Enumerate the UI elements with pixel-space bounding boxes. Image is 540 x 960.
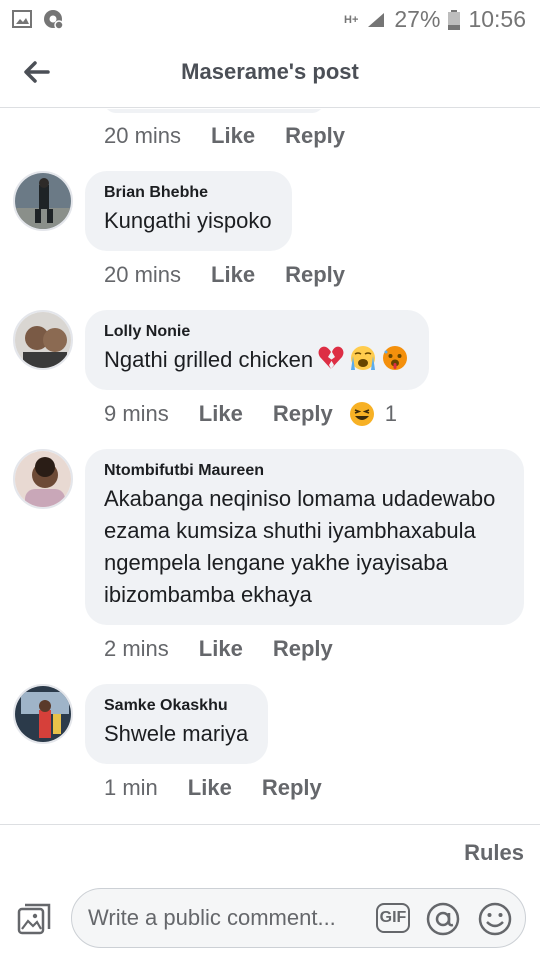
reply-button[interactable]: Reply <box>273 636 333 662</box>
comment-bubble: Brian Bhebhe Kungathi yispoko <box>85 171 292 251</box>
reply-button[interactable]: Reply <box>273 401 333 427</box>
comment-time: 20 mins <box>104 262 182 287</box>
comment-composer: Write a public comment... GIF <box>0 880 540 960</box>
comment-input-placeholder: Write a public comment... <box>88 905 336 930</box>
avatar[interactable] <box>13 171 73 231</box>
reply-button[interactable]: Reply <box>285 262 345 288</box>
comment-text: Kungathi yispoko <box>104 208 272 233</box>
comment-time: 2 mins <box>104 636 169 661</box>
like-button[interactable]: Like <box>199 636 243 662</box>
comment-author[interactable]: Lolly Nonie <box>104 322 409 342</box>
gif-button[interactable]: GIF <box>376 903 410 933</box>
comment-text: Ngathi grilled chicken <box>104 344 409 376</box>
comment-time: 20 mins <box>104 123 182 148</box>
comment-text: Shwele mariya <box>104 721 249 746</box>
reaction-summary[interactable]: 1 <box>349 401 397 427</box>
post-header: Maserame's post <box>0 38 540 108</box>
reaction-count: 1 <box>384 401 397 426</box>
comment-text: Akabanga neqiniso lomama udadewabo ezama… <box>104 486 496 607</box>
comment-author[interactable]: Samke Okaskhu <box>104 696 248 716</box>
comment-actions: 20 mins Like Reply <box>104 123 345 149</box>
page-title: Maserame's post <box>181 59 359 84</box>
network-type: H+ <box>344 13 359 26</box>
image-notification-icon <box>12 10 32 28</box>
like-button[interactable]: Like <box>211 123 255 149</box>
comment-actions: 2 mins Like Reply <box>104 636 333 662</box>
divider <box>0 824 540 825</box>
hot-face-icon <box>383 346 408 370</box>
comment-input[interactable]: Write a public comment... GIF <box>71 888 526 948</box>
comment-time: 9 mins <box>104 401 169 426</box>
comment-author[interactable]: Brian Bhebhe <box>104 183 272 203</box>
like-button[interactable]: Like <box>188 775 232 801</box>
comment-actions: 1 min Like Reply <box>104 775 322 801</box>
rules-link[interactable]: Rules <box>464 840 524 866</box>
battery-icon <box>448 9 461 30</box>
haha-reaction-icon <box>349 402 374 426</box>
crying-face-icon <box>351 346 376 370</box>
comment-bubble: Lolly Nonie Ngathi grilled chicken <box>85 310 430 390</box>
like-button[interactable]: Like <box>211 262 255 288</box>
reply-button[interactable]: Reply <box>262 775 322 801</box>
status-bar: H+ 27% 10:56 <box>0 0 540 38</box>
broken-heart-icon <box>318 346 344 369</box>
comment-time: 1 min <box>104 775 158 800</box>
signal-icon <box>368 12 385 27</box>
comment-actions: 9 mins Like Reply 1 <box>104 401 397 427</box>
previous-comment-bubble <box>104 109 324 113</box>
battery-percent: 27% <box>394 6 441 32</box>
avatar[interactable] <box>13 449 73 509</box>
comment-actions: 20 mins Like Reply <box>104 262 345 288</box>
comment-author[interactable]: Ntombifutbi Maureen <box>104 461 504 481</box>
comment-bubble: Samke Okaskhu Shwele mariya <box>85 684 269 764</box>
comment-text-content: Ngathi grilled chicken <box>104 347 314 372</box>
comment-bubble: Ntombifutbi Maureen Akabanga neqiniso lo… <box>85 449 524 625</box>
reply-button[interactable]: Reply <box>285 123 345 149</box>
emoji-icon[interactable] <box>477 901 513 937</box>
avatar[interactable] <box>13 310 73 370</box>
clock: 10:56 <box>468 6 526 32</box>
settings-notification-icon <box>44 10 64 30</box>
avatar[interactable] <box>13 684 73 744</box>
like-button[interactable]: Like <box>199 401 243 427</box>
comments-feed[interactable]: 20 mins Like Reply Brian Bhebhe Kungathi… <box>0 109 540 824</box>
photo-icon[interactable] <box>16 902 52 938</box>
mention-icon[interactable] <box>425 901 461 937</box>
